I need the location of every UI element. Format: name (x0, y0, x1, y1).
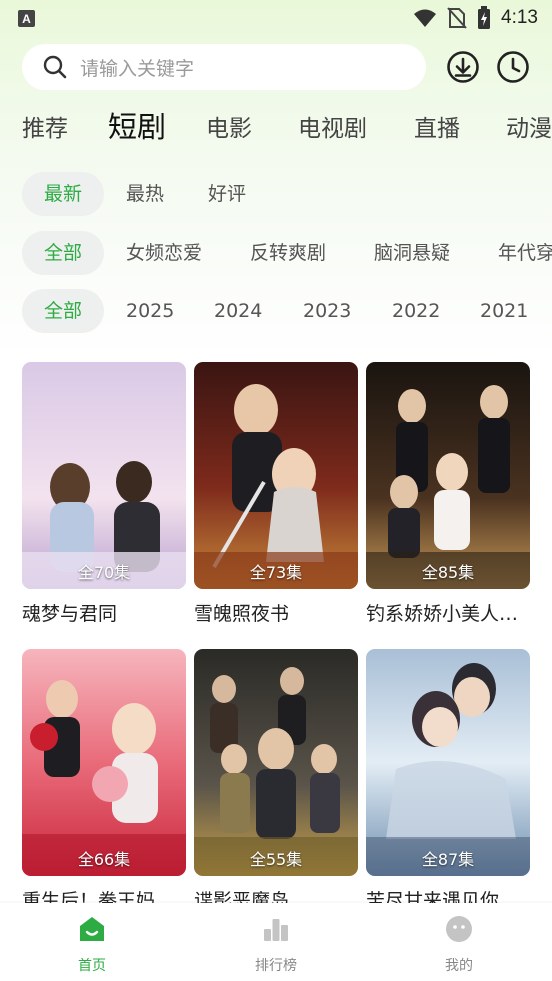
drama-poster[interactable]: 全85集 (366, 362, 530, 589)
sort-filter-row: 最新 最热 好评 (0, 172, 552, 218)
home-icon (80, 917, 104, 941)
year-filter-row: 全部 2025 2024 2023 2022 2021 (0, 289, 552, 335)
category-suspense[interactable]: 脑洞悬疑 (374, 231, 450, 275)
episode-count: 全85集 (421, 563, 475, 582)
search-icon (43, 55, 67, 79)
filter-top-rated[interactable]: 好评 (208, 172, 246, 216)
filter-hottest[interactable]: 最热 (126, 172, 164, 216)
tab-anime[interactable]: 动漫 (506, 106, 552, 152)
year-all[interactable]: 全部 (22, 289, 104, 333)
history-icon[interactable] (496, 50, 530, 84)
drama-title[interactable]: 钓系娇娇小美人… (366, 599, 530, 626)
episode-count: 全87集 (421, 850, 475, 869)
profile-icon (446, 916, 472, 942)
tab-tv-series[interactable]: 电视剧 (298, 106, 367, 152)
episode-count: 全73集 (249, 563, 303, 582)
battery-charging-icon (478, 6, 491, 29)
year-2024[interactable]: 2024 (214, 289, 262, 333)
status-bar: A 4:13 (0, 0, 552, 36)
category-all[interactable]: 全部 (22, 231, 104, 275)
drama-poster[interactable]: 全70集 (22, 362, 186, 589)
nav-profile[interactable]: 我的 (409, 903, 509, 981)
status-time: 4:13 (501, 7, 538, 28)
episode-count: 全55集 (249, 850, 303, 869)
drama-title[interactable]: 雪魄照夜书 (194, 599, 358, 626)
episode-count: 全66集 (77, 850, 131, 869)
episode-count: 全70集 (77, 563, 131, 582)
year-2021[interactable]: 2021 (480, 289, 528, 333)
search-placeholder: 请输入关键字 (80, 57, 195, 80)
category-filter-row: 全部 女频恋爱 反转爽剧 脑洞悬疑 年代穿 (0, 231, 552, 277)
tab-recommend[interactable]: 推荐 (22, 106, 68, 152)
year-2025[interactable]: 2025 (126, 289, 174, 333)
drama-poster[interactable]: 全66集 (22, 649, 186, 876)
drama-poster[interactable]: 全55集 (194, 649, 358, 876)
nav-ranking[interactable]: 排行榜 (226, 903, 326, 981)
category-romance[interactable]: 女频恋爱 (126, 231, 202, 275)
nav-home[interactable]: 首页 (42, 903, 142, 981)
year-2022[interactable]: 2022 (392, 289, 440, 333)
no-sim-icon (447, 7, 467, 29)
nav-ranking-label: 排行榜 (255, 958, 297, 974)
drama-poster[interactable]: 全73集 (194, 362, 358, 589)
tab-short-drama[interactable]: 短剧 (108, 106, 166, 150)
ranking-icon (264, 919, 288, 941)
download-icon[interactable] (446, 50, 480, 84)
category-period[interactable]: 年代穿 (498, 231, 552, 275)
nav-home-label: 首页 (78, 958, 106, 974)
wifi-icon (414, 9, 437, 27)
drama-poster[interactable]: 全87集 (366, 649, 530, 876)
search-row: 请输入关键字 (22, 44, 534, 90)
tab-movie[interactable]: 电影 (206, 106, 252, 152)
search-input[interactable]: 请输入关键字 (22, 44, 426, 90)
filter-latest[interactable]: 最新 (22, 172, 104, 216)
drama-title[interactable]: 魂梦与君同 (22, 599, 186, 626)
bottom-nav: 首页 排行榜 我的 (0, 903, 552, 981)
main-tabs: 推荐 短剧 电影 电视剧 直播 动漫 (0, 106, 552, 154)
year-2023[interactable]: 2023 (303, 289, 351, 333)
nav-profile-label: 我的 (445, 958, 473, 974)
app-notification-icon: A (18, 10, 35, 27)
tab-live[interactable]: 直播 (414, 106, 460, 152)
category-twist[interactable]: 反转爽剧 (250, 231, 326, 275)
